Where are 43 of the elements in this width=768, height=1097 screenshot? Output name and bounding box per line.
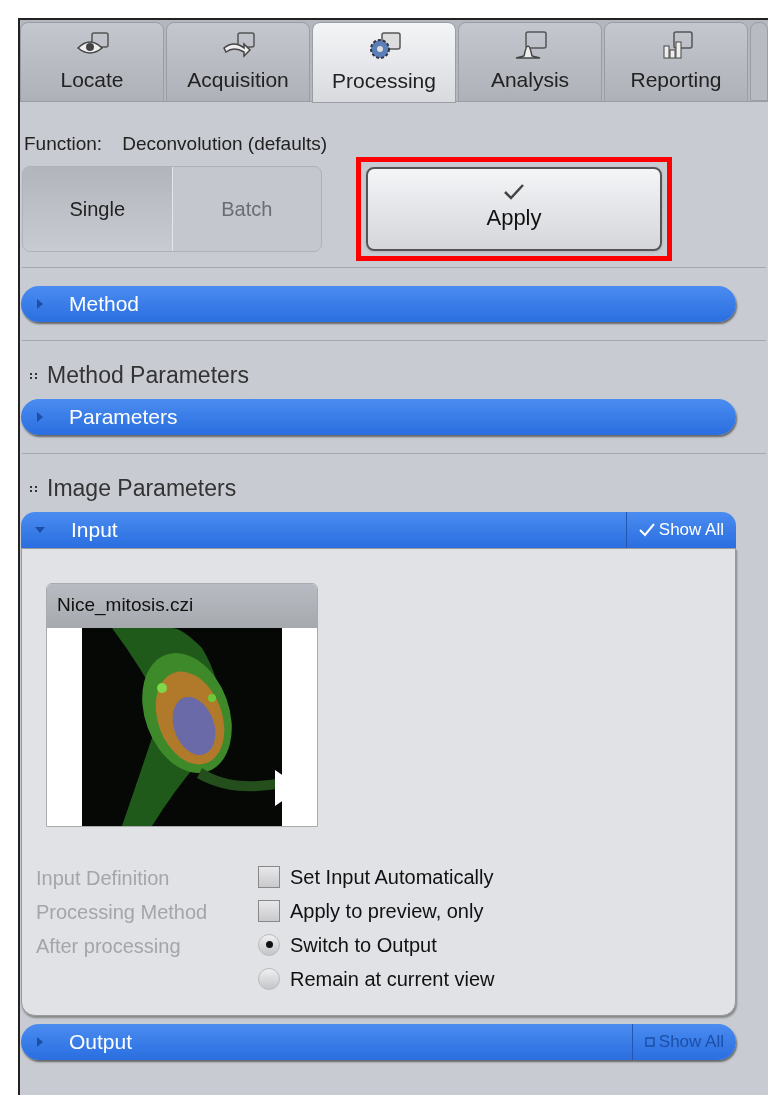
caret-right-icon	[37, 411, 43, 422]
caret-right-icon	[37, 1036, 43, 1047]
option[interactable]: Remain at current view	[258, 964, 735, 993]
tab[interactable]: Processing	[312, 22, 456, 103]
section-header[interactable]: Method	[21, 285, 736, 322]
show-all-toggle[interactable]: Show All	[625, 511, 736, 548]
function-label: Function:	[24, 132, 103, 156]
section-title: Output	[69, 1028, 134, 1055]
option-label: After processing	[36, 933, 182, 959]
section-heading: Method Parameters	[47, 361, 249, 391]
arrow-icon	[220, 29, 256, 60]
section-header[interactable]: Output Show All	[21, 1023, 736, 1060]
caret-down-icon	[35, 526, 45, 533]
file-name: Nice_mitosis.czi	[47, 583, 317, 628]
mode-button[interactable]: Single	[23, 166, 172, 251]
check-icon	[503, 183, 525, 201]
radio-button[interactable]	[258, 967, 280, 990]
check-icon	[638, 522, 655, 537]
function-value: Deconvolution (defaults)	[122, 132, 328, 156]
section-title: Method	[69, 290, 141, 317]
tab[interactable]: Analysis	[458, 22, 602, 102]
option-label: Input Definition	[36, 865, 171, 891]
option[interactable]: Apply to preview, only	[258, 896, 735, 925]
section-title: Parameters	[69, 403, 179, 430]
option[interactable]: Switch to Output	[258, 930, 735, 959]
apply-button[interactable]: Apply	[366, 166, 662, 251]
option-label: Processing Method	[36, 899, 209, 925]
tab[interactable]: Reporting	[604, 22, 748, 102]
section-header[interactable]: Parameters	[21, 398, 736, 435]
tab[interactable]: Locate	[20, 22, 164, 102]
checkbox[interactable]	[258, 865, 280, 888]
grip-icon	[30, 485, 37, 492]
section-heading: Image Parameters	[47, 474, 237, 504]
checkbox[interactable]	[258, 899, 280, 922]
section-title: Input	[71, 516, 119, 543]
grip-icon	[30, 372, 37, 379]
option[interactable]: Set Input Automatically	[258, 862, 735, 891]
checkbox-icon	[644, 1036, 655, 1047]
caret-right-icon	[37, 298, 43, 309]
radio-button[interactable]	[258, 933, 280, 956]
tab[interactable]: Acquisition	[166, 22, 310, 102]
section-header[interactable]: Input Show All	[21, 511, 736, 548]
thumbnail-card[interactable]: Nice_mitosis.czi	[46, 582, 318, 827]
